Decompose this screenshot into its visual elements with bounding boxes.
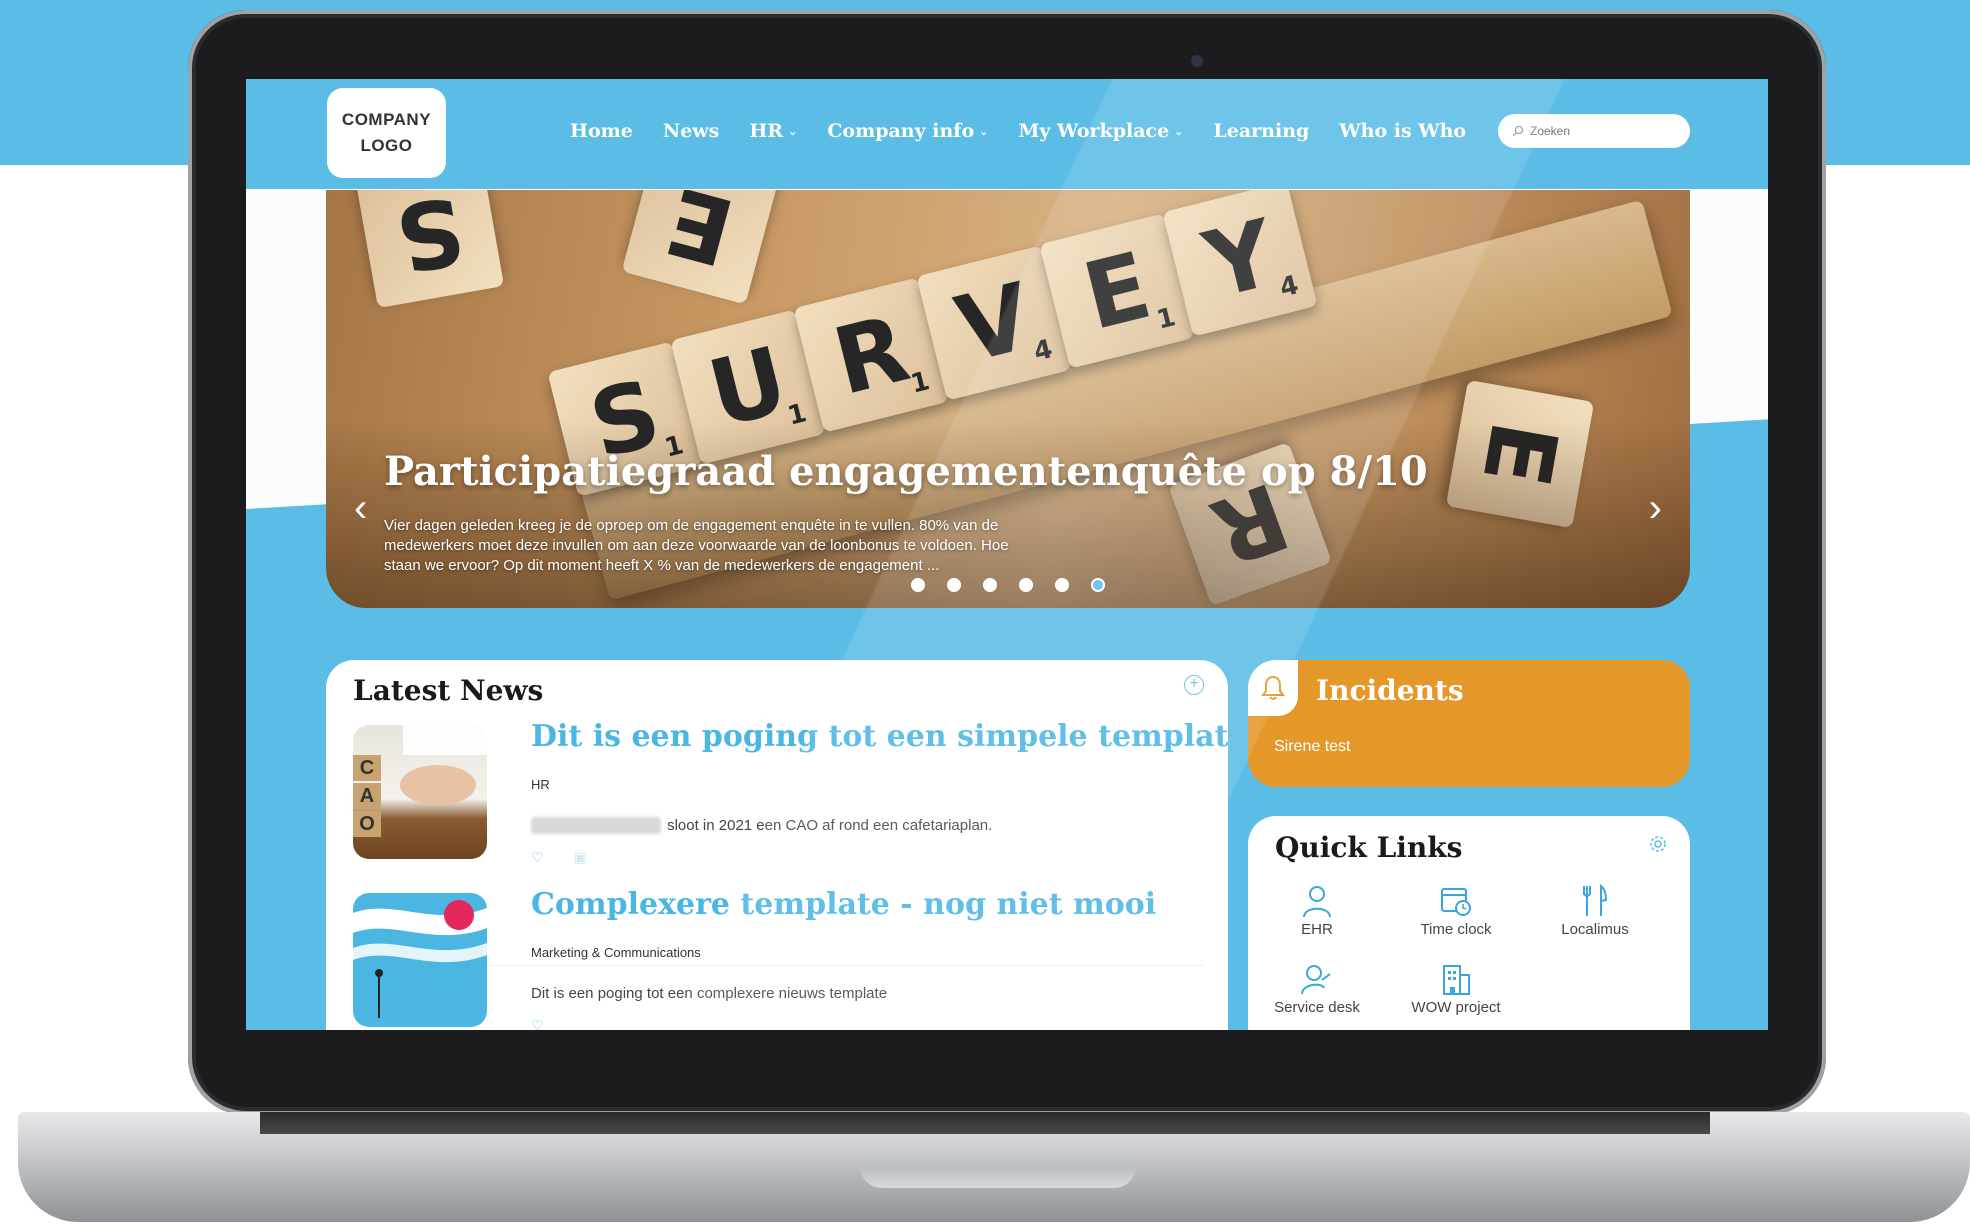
quick-link-wow-project[interactable]: WOW project	[1391, 962, 1521, 1016]
campaign-image	[353, 900, 487, 1018]
carousel-dot[interactable]	[1019, 578, 1033, 592]
support-icon	[1301, 965, 1331, 995]
nav-news[interactable]: News	[663, 120, 720, 142]
news-item-summary: XXXXXXXXXXXXXsloot in 2021 een CAO af ro…	[531, 817, 992, 834]
news-item-meta: ♡ ▣	[531, 849, 587, 866]
hero-carousel: S E S1 U1 R1 V4 E1 Y4 E R Participatiegr…	[326, 190, 1690, 608]
latest-news-panel: Latest News + C A O Dit is een poging to…	[326, 660, 1228, 1030]
site-header: COMPANY LOGO Home News HR ⌄ Company info ⌄…	[246, 79, 1768, 189]
news-item-title[interactable]: Complexere template - nog niet mooi	[531, 887, 1156, 922]
latest-news-title: Latest News	[353, 674, 544, 707]
nav-learning[interactable]: Learning	[1213, 120, 1309, 142]
hero-title[interactable]: Participatiegraad engagementenquête op 8…	[384, 448, 1428, 495]
news-item-category: HR	[531, 777, 550, 792]
nav-company-info[interactable]: Company info ⌄	[827, 120, 988, 142]
carousel-next-icon[interactable]: ›	[1649, 488, 1662, 528]
webcam	[1191, 55, 1203, 67]
heart-icon[interactable]: ♡	[531, 849, 544, 866]
logo-text-line-2: LOGO	[360, 136, 413, 155]
news-item[interactable]: C A O Dit is een poging tot een simpele …	[353, 719, 1228, 866]
calendar-clock-icon	[1441, 888, 1471, 916]
search-icon	[1512, 125, 1524, 137]
search-input[interactable]	[1530, 124, 1680, 138]
news-item-title[interactable]: Dit is een poging tot een simpele templa…	[531, 719, 1228, 754]
news-thumbnail	[353, 893, 487, 1027]
nav-home[interactable]: Home	[570, 120, 633, 142]
quick-links-title: Quick Links	[1275, 831, 1463, 864]
person-icon	[1303, 886, 1331, 918]
chevron-down-icon: ⌄	[1174, 124, 1184, 138]
building-icon	[1443, 965, 1470, 995]
main-nav: Home News HR ⌄ Company info ⌄ My Workplace…	[570, 120, 1496, 142]
carousel-dots	[911, 578, 1105, 592]
logo-text-line-1: COMPANY	[341, 110, 432, 129]
bell-icon	[1248, 660, 1298, 716]
nav-who-is-who[interactable]: Who is Who	[1339, 120, 1466, 142]
company-logo[interactable]: COMPANY LOGO	[327, 88, 446, 178]
cao-tiles: C A O	[353, 755, 381, 837]
carousel-dot[interactable]	[1055, 578, 1069, 592]
redacted-text: XXXXXXXXXXXXX	[531, 817, 662, 834]
incidents-title: Incidents	[1316, 674, 1464, 707]
carousel-dot[interactable]	[947, 578, 961, 592]
quick-link-time-clock[interactable]: Time clock	[1391, 884, 1521, 938]
intranet-screen: COMPANY LOGO Home News HR ⌄ Company info ⌄…	[246, 79, 1768, 1030]
carousel-dot-active[interactable]	[1091, 578, 1105, 592]
hero-text: Vier dagen geleden kreeg je de oproep om…	[384, 517, 1009, 574]
heart-icon[interactable]: ♡	[531, 1017, 544, 1030]
nav-hr[interactable]: HR ⌄	[749, 120, 797, 142]
news-thumbnail: C A O	[353, 725, 487, 859]
add-icon[interactable]: +	[1184, 675, 1204, 695]
news-item-category: Marketing & Communications	[531, 945, 701, 960]
fork-knife-icon	[1583, 884, 1608, 916]
quick-link-ehr[interactable]: EHR	[1252, 884, 1382, 938]
news-item-summary: Dit is een poging tot een complexere nie…	[531, 985, 888, 1002]
laptop-hinge	[260, 1112, 1710, 1134]
chevron-down-icon: ⌄	[788, 124, 798, 138]
carousel-dot[interactable]	[911, 578, 925, 592]
incidents-panel: Incidents Sirene test	[1248, 660, 1690, 787]
nav-my-workplace[interactable]: My Workplace ⌄	[1018, 120, 1183, 142]
news-item-meta: ♡	[531, 1017, 544, 1030]
carousel-dot[interactable]	[983, 578, 997, 592]
calendar-icon: ▣	[573, 849, 587, 865]
chevron-down-icon: ⌄	[979, 124, 989, 138]
carousel-prev-icon[interactable]: ‹	[354, 488, 367, 528]
incident-item[interactable]: Sirene test	[1274, 738, 1350, 756]
quick-link-service-desk[interactable]: Service desk	[1252, 962, 1382, 1016]
quick-links-panel: Quick Links EHR Time clock Localimus Ser…	[1248, 816, 1690, 1030]
laptop-notch	[860, 1166, 1136, 1188]
quick-link-localimus[interactable]: Localimus	[1530, 884, 1660, 938]
search-box[interactable]	[1498, 114, 1690, 148]
news-item[interactable]: Complexere template - nog niet mooi Mark…	[353, 887, 1203, 1030]
gear-icon[interactable]	[1648, 834, 1668, 859]
